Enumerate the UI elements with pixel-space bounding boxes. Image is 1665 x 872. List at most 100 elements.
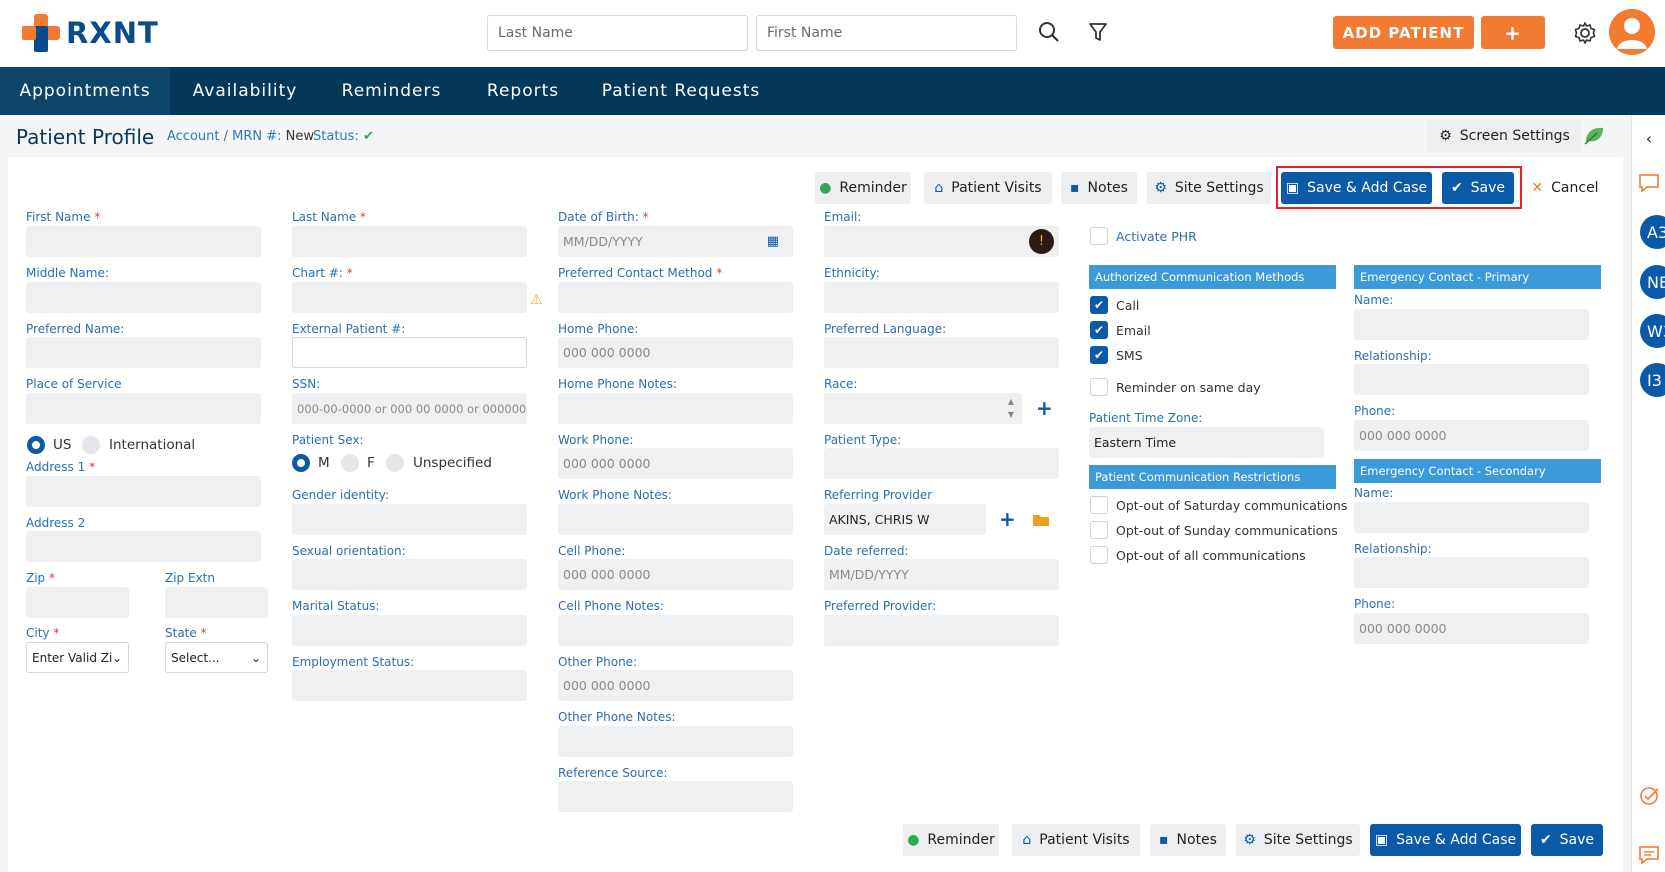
ec-secondary-phone-input[interactable]: 000 000 0000	[1354, 613, 1589, 644]
other-phone-notes-input[interactable]	[558, 726, 793, 757]
opt-sunday-checkbox[interactable]	[1090, 521, 1108, 539]
first-name-input[interactable]	[26, 226, 261, 257]
city-select[interactable]: Enter Valid Zi ⌄	[26, 642, 129, 673]
email-input[interactable]: !	[824, 226, 1059, 257]
task-check-icon[interactable]	[1632, 785, 1665, 807]
activate-phr-checkbox[interactable]	[1090, 227, 1108, 245]
last-name-search-input[interactable]	[487, 15, 748, 51]
work-phone-notes-input[interactable]	[558, 504, 793, 535]
nav-appointments[interactable]: Appointments	[0, 67, 170, 115]
bottom-save-add-case-button[interactable]: ▣ Save & Add Case	[1370, 824, 1521, 856]
bottom-notes-button[interactable]: ▪ Notes	[1150, 824, 1226, 856]
rxnt-logo[interactable]: RXNT	[22, 14, 159, 52]
state-select[interactable]: Select... ⌄	[165, 642, 268, 673]
cancel-button[interactable]: ✕ Cancel	[1526, 172, 1604, 204]
ec-primary-name-input[interactable]	[1354, 309, 1589, 340]
gender-identity-input[interactable]	[292, 504, 527, 535]
notes-button[interactable]: ▪ Notes	[1061, 172, 1137, 204]
international-radio[interactable]	[82, 436, 100, 454]
call-checkbox[interactable]: ✔	[1090, 296, 1108, 314]
email-checkbox[interactable]: ✔	[1090, 321, 1108, 339]
cell-phone-input[interactable]: 000 000 0000	[558, 559, 793, 590]
sex-f-radio[interactable]	[341, 454, 359, 472]
gear-icon[interactable]	[1572, 20, 1598, 46]
middle-name-input[interactable]	[26, 282, 261, 313]
address2-input[interactable]	[26, 531, 261, 562]
ec-secondary-name-input[interactable]	[1354, 502, 1589, 533]
sexual-orientation-input[interactable]	[292, 559, 527, 590]
dob-input[interactable]: MM/DD/YYYY ▦	[558, 226, 793, 257]
bottom-site-settings-button[interactable]: ⚙ Site Settings	[1236, 824, 1360, 856]
home-phone-notes-input[interactable]	[558, 393, 793, 424]
reminder-same-day-checkbox[interactable]	[1090, 378, 1108, 396]
chevron-down-icon: ⌄	[250, 650, 261, 665]
ec-primary-relationship-input[interactable]	[1354, 364, 1589, 395]
opt-saturday-checkbox[interactable]	[1090, 496, 1108, 514]
zip-input[interactable]	[26, 587, 129, 618]
patient-type-input[interactable]	[824, 448, 1059, 479]
bottom-save-button[interactable]: ✔ Save	[1531, 824, 1603, 856]
referring-provider-input[interactable]: AKINS, CHRIS W	[824, 504, 986, 535]
zip-extn-input[interactable]	[165, 587, 268, 618]
chart-input[interactable]	[292, 282, 527, 313]
date-referred-input[interactable]: MM/DD/YYYY	[824, 559, 1059, 590]
home-phone-input[interactable]: 000 000 0000	[558, 337, 793, 368]
chat-icon[interactable]	[1632, 173, 1665, 193]
sex-unspecified-radio[interactable]	[386, 454, 404, 472]
ssn-input[interactable]: 000-00-0000 or 000 00 0000 or 000000000	[292, 393, 527, 424]
opt-all-checkbox[interactable]	[1090, 546, 1108, 564]
user-avatar-icon[interactable]	[1608, 8, 1656, 56]
ec-primary-phone-input[interactable]: 000 000 0000	[1354, 420, 1589, 451]
search-icon[interactable]	[1037, 20, 1061, 44]
calendar-icon[interactable]: ▦	[767, 234, 779, 249]
sms-checkbox[interactable]: ✔	[1090, 346, 1108, 364]
filter-icon[interactable]	[1086, 20, 1110, 44]
preferred-provider-label: Preferred Provider:	[824, 599, 937, 613]
ec-secondary-relationship-input[interactable]	[1354, 557, 1589, 588]
preferred-language-input[interactable]	[824, 337, 1059, 368]
marital-status-input[interactable]	[292, 615, 527, 646]
screen-settings-button[interactable]: ⚙ Screen Settings	[1427, 120, 1582, 152]
spinner-icon[interactable]: ▲ ▼	[1008, 395, 1014, 421]
time-zone-select[interactable]: Eastern Time	[1089, 427, 1324, 458]
patient-visits-button[interactable]: ⌂ Patient Visits	[924, 172, 1052, 204]
last-name-input[interactable]	[292, 226, 527, 257]
address1-input[interactable]	[26, 476, 261, 507]
employment-status-input[interactable]	[292, 670, 527, 701]
reference-source-input[interactable]	[558, 781, 793, 812]
note-icon: ▪	[1159, 832, 1169, 848]
message-icon[interactable]	[1632, 845, 1665, 865]
nav-availability[interactable]: Availability	[170, 67, 320, 115]
race-input[interactable]: ▲ ▼	[824, 393, 1022, 424]
preferred-provider-input[interactable]	[824, 615, 1059, 646]
save-highlight-box	[1276, 166, 1522, 209]
other-phone-input[interactable]: 000 000 0000	[558, 670, 793, 701]
work-phone-input[interactable]: 000 000 0000	[558, 448, 793, 479]
add-race-plus-icon[interactable]: +	[1036, 396, 1053, 420]
bottom-reminder-button[interactable]: ● Reminder	[903, 824, 999, 856]
add-provider-plus-icon[interactable]: +	[999, 507, 1016, 531]
nav-reports[interactable]: Reports	[463, 67, 583, 115]
external-patient-input[interactable]	[292, 337, 527, 368]
ethnicity-input[interactable]	[824, 282, 1059, 313]
preferred-name-input[interactable]	[26, 337, 261, 368]
cell-phone-notes-input[interactable]	[558, 615, 793, 646]
bottom-patient-visits-button[interactable]: ⌂ Patient Visits	[1012, 824, 1140, 856]
reminder-button[interactable]: ● Reminder	[815, 172, 911, 204]
place-of-service-input[interactable]	[26, 393, 261, 424]
site-settings-button[interactable]: ⚙ Site Settings	[1147, 172, 1271, 204]
add-plus-button[interactable]: +	[1481, 16, 1545, 49]
chevron-left-icon[interactable]: ‹	[1632, 129, 1665, 148]
leaf-icon[interactable]	[1583, 125, 1605, 149]
sex-m-radio[interactable]	[292, 454, 310, 472]
nav-patient-requests[interactable]: Patient Requests	[583, 67, 779, 115]
folder-icon[interactable]	[1032, 512, 1050, 531]
keyhole-icon[interactable]: !	[1029, 229, 1054, 254]
preferred-contact-input[interactable]	[558, 282, 793, 313]
add-patient-button[interactable]: ADD PATIENT	[1333, 16, 1474, 49]
dob-placeholder: MM/DD/YYYY	[563, 234, 643, 249]
nav-reminders[interactable]: Reminders	[320, 67, 463, 115]
logo-text: RXNT	[66, 16, 159, 50]
us-radio[interactable]	[27, 436, 45, 454]
first-name-search-input[interactable]	[756, 15, 1017, 51]
